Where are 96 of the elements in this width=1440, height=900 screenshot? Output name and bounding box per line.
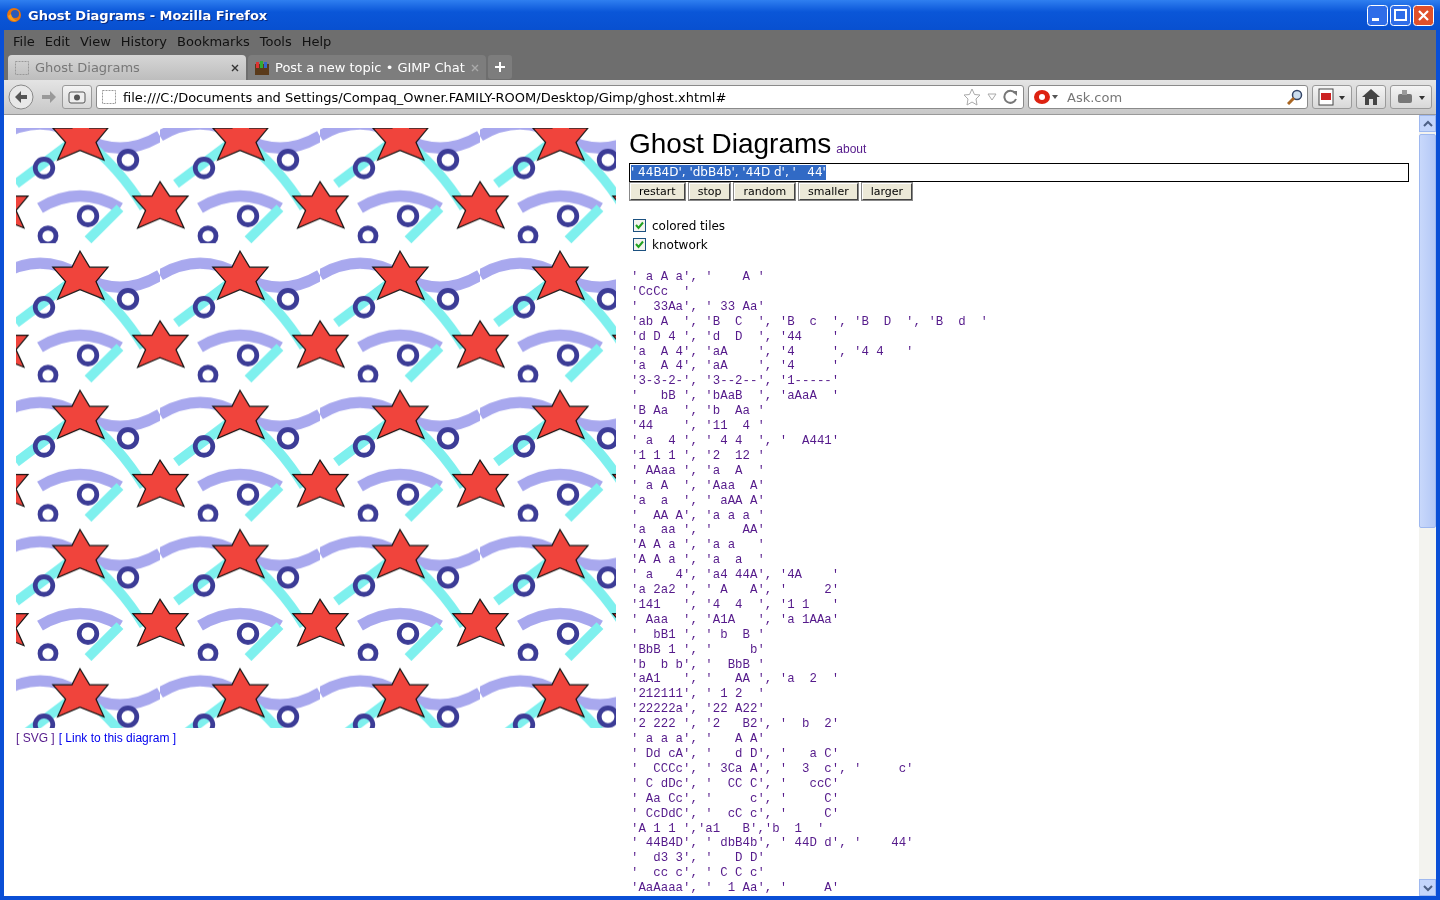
- preset-link[interactable]: 'ab A ', 'B C ', 'B c ', 'B D ', 'B d ': [629, 314, 988, 330]
- preset-link[interactable]: ' a 4 ', ' 4 4 ', ' A441': [629, 433, 840, 449]
- diagram-link[interactable]: [ SVG ]: [16, 731, 55, 745]
- history-icon: [67, 89, 87, 105]
- action-button[interactable]: random: [734, 183, 796, 200]
- preset-link[interactable]: ' cc c', ' C C c': [629, 866, 765, 882]
- preset-link[interactable]: 'aA1 ', ' AA ', 'a 2 ': [629, 672, 840, 688]
- plus-icon: [494, 61, 506, 73]
- preset-link[interactable]: '22222a', '22 A22': [629, 702, 765, 718]
- home-icon: [1361, 87, 1381, 107]
- menu-item[interactable]: Edit: [39, 33, 75, 49]
- preset-link[interactable]: ' a A a', ' A ': [629, 270, 765, 285]
- preset-link[interactable]: ' d3 3', ' D D': [629, 851, 765, 867]
- addon-button[interactable]: [1390, 85, 1432, 109]
- preset-link[interactable]: ' AAaa ', 'a A ': [629, 463, 765, 479]
- preset-link[interactable]: 'a 2a2 ', ' A A', ' 2': [629, 583, 840, 598]
- back-icon[interactable]: [8, 84, 34, 110]
- preset-link[interactable]: 'b b b', ' BbB ': [629, 657, 765, 673]
- preset-link[interactable]: '2 222 ', '2 B2', ' b 2': [629, 717, 840, 733]
- preset-link[interactable]: ' C dDc', ' CC C', ' ccC': [629, 776, 840, 792]
- preset-link[interactable]: 'a A 4', 'aA ', '4 ', '4 4 ': [629, 344, 914, 360]
- preset-link[interactable]: ' 33Aa', ' 33 Aa': [629, 299, 765, 315]
- preset-link[interactable]: ' a a a', ' A A': [629, 732, 765, 747]
- preset-link[interactable]: ' Aa Cc', ' c', ' C': [629, 791, 840, 807]
- new-tab-button[interactable]: [488, 55, 512, 79]
- preset-link[interactable]: ' Dd cA', ' d D', ' a C': [629, 747, 840, 762]
- menu-item[interactable]: Bookmarks: [172, 33, 255, 49]
- menu-item[interactable]: View: [74, 33, 116, 49]
- puzzle-icon: [1395, 88, 1427, 106]
- preset-link[interactable]: '141 ', '4 4 ', '1 1 ': [629, 597, 840, 613]
- minimize-icon[interactable]: [1367, 4, 1388, 26]
- address-bar[interactable]: file:///C:/Documents and Settings/Compaq_Owner.FAMILY-ROOM/Desktop/Gimp/ghost.xhtml#: [96, 85, 1024, 109]
- checkbox-label: knotwork: [652, 237, 708, 252]
- preset-link[interactable]: 'AaAaaa', ' 1 Aa', ' A': [629, 881, 840, 896]
- preset-link[interactable]: ' a A ', 'Aaa A': [629, 478, 765, 494]
- page-icon: [101, 89, 117, 105]
- history-button[interactable]: [62, 85, 92, 109]
- crayons-icon: [254, 59, 270, 76]
- action-button[interactable]: larger: [861, 183, 913, 200]
- search-bar[interactable]: Ask.com: [1028, 85, 1308, 109]
- page-icon: [14, 59, 30, 76]
- preset-link[interactable]: 'a aa ', ' AA': [629, 523, 765, 539]
- menu-item[interactable]: History: [115, 33, 173, 49]
- preset-link[interactable]: ' a 4', 'a4 44A', '4A ': [629, 568, 840, 584]
- page-title: Ghost Diagrams: [629, 127, 832, 161]
- preset-link[interactable]: ' bB ', 'bAaB ', 'aAaA ': [629, 389, 840, 405]
- preset-link[interactable]: 'CcCc ': [629, 284, 691, 300]
- preset-link[interactable]: ' AA A', 'a a a ': [629, 508, 765, 524]
- close-icon[interactable]: [1413, 4, 1434, 26]
- menu-item[interactable]: Tools: [254, 33, 297, 49]
- search-icon[interactable]: [1287, 89, 1303, 105]
- check-icon: [635, 221, 644, 230]
- pdf-button[interactable]: [1312, 85, 1352, 109]
- browser-tab[interactable]: Post a new topic • GIMP Chat: [248, 55, 486, 80]
- pdf-icon: [1317, 88, 1347, 106]
- preset-link[interactable]: 'd D 4 ', 'd D ', '44 ': [629, 329, 840, 345]
- checkbox[interactable]: [633, 238, 646, 251]
- search-field[interactable]: Ask.com: [1065, 88, 1281, 106]
- preset-link[interactable]: ' CcDdC', ' cC c', ' C': [629, 806, 840, 822]
- scroll-down-button[interactable]: [1419, 879, 1436, 896]
- preset-link[interactable]: 'a a ', ' aAA A': [629, 493, 765, 509]
- firefox-logo-icon: [6, 7, 22, 23]
- checkbox-label: colored tiles: [652, 218, 726, 233]
- preset-link[interactable]: ' CCCc', ' 3Ca A', ' 3 c', ' c': [629, 761, 914, 777]
- preset-link[interactable]: ' Aaa ', 'A1A ', 'a 1AAa': [629, 612, 840, 628]
- preset-link[interactable]: ' bB1 ', ' b B ': [629, 627, 765, 643]
- star-icon[interactable]: [963, 88, 981, 106]
- preset-link[interactable]: '44 ', '11 4 ': [629, 419, 765, 434]
- preset-link[interactable]: '1 1 1 ', '2 12 ': [629, 448, 765, 464]
- home-button[interactable]: [1356, 85, 1386, 109]
- preset-link[interactable]: 'BbB 1 ', ' b': [629, 642, 765, 658]
- preset-link[interactable]: 'B Aa ', 'b Aa ': [629, 404, 765, 420]
- menu-item[interactable]: File: [8, 33, 40, 49]
- ask-logo-icon[interactable]: [1033, 89, 1059, 105]
- preset-link[interactable]: 'A A a ', 'a a ': [629, 538, 765, 554]
- check-icon: [635, 240, 644, 249]
- preset-link[interactable]: ' 44B4D', ' dbB4b', ' 44D d', ' 44': [629, 836, 914, 852]
- scroll-up-button[interactable]: [1419, 115, 1436, 132]
- preset-link[interactable]: 'A 1 1 ','a1 B','b 1 ': [629, 821, 825, 837]
- scroll-thumb[interactable]: [1419, 134, 1436, 528]
- action-button[interactable]: smaller: [799, 183, 858, 200]
- preset-link[interactable]: '3-3-2-', '3--2--', '1-----': [629, 374, 840, 390]
- window-title: Ghost Diagrams - Mozilla Firefox: [28, 7, 269, 23]
- maximize-icon[interactable]: [1390, 4, 1411, 26]
- checkbox[interactable]: [633, 219, 646, 232]
- preset-link[interactable]: '212111', ' 1 2 ': [629, 687, 765, 703]
- preset-link[interactable]: 'a A 4', 'aA ', '4 ': [629, 359, 840, 375]
- action-button[interactable]: stop: [688, 183, 731, 200]
- menu-item[interactable]: Help: [296, 33, 337, 49]
- action-button[interactable]: restart: [630, 183, 685, 200]
- reload-icon[interactable]: [1003, 89, 1019, 105]
- close-tab-icon[interactable]: [230, 62, 240, 73]
- diagram-link[interactable]: [ Link to this diagram ]: [58, 731, 177, 745]
- preset-link[interactable]: 'A A a ', 'a a ': [629, 553, 765, 569]
- about-link[interactable]: about: [836, 142, 867, 156]
- tiles-input[interactable]: ' 44B4D', 'dbB4b', '44D d', ' 44': [629, 163, 1409, 182]
